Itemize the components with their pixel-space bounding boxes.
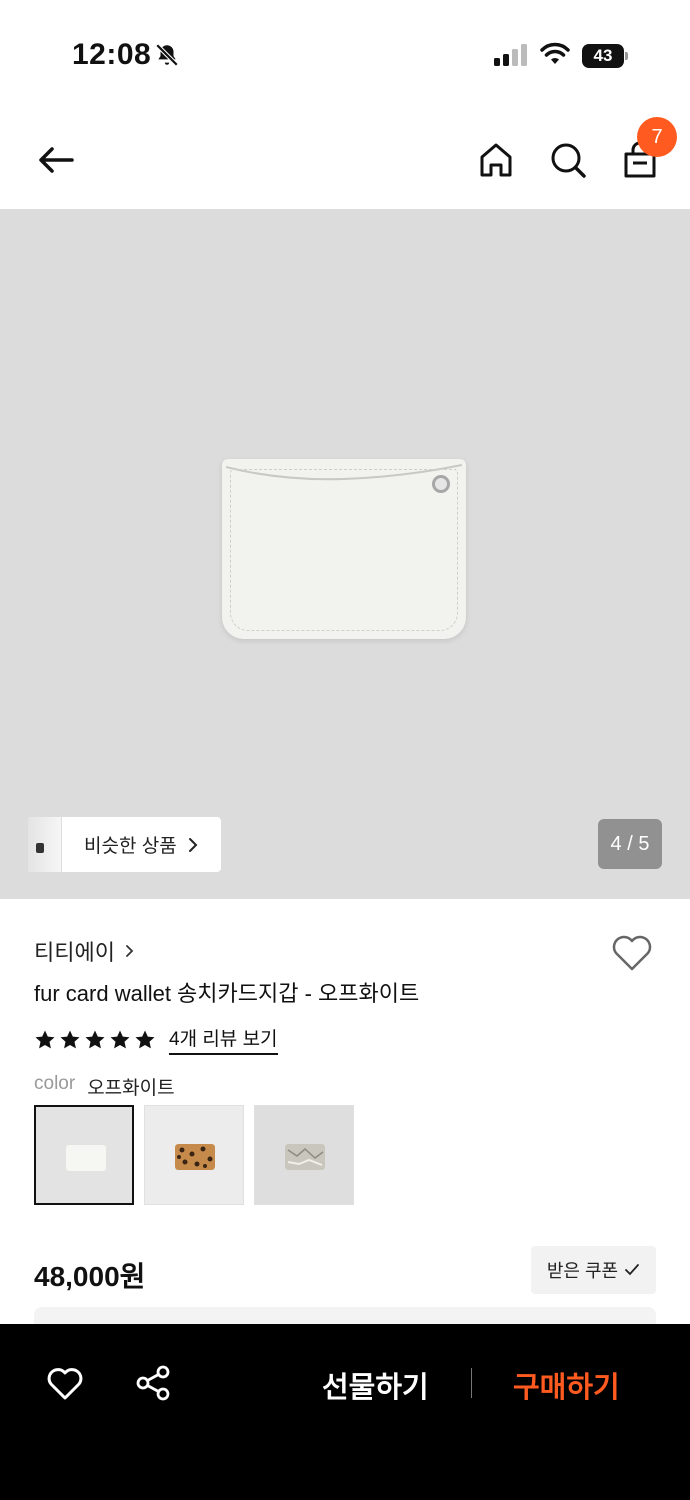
similar-products-label: 비슷한 상품 [84, 836, 177, 857]
swatch-image [175, 1144, 215, 1170]
color-swatch-offwhite[interactable] [34, 1105, 134, 1205]
bell-slash-icon [155, 43, 179, 67]
buy-button[interactable]: 구매하기 [513, 1364, 620, 1406]
search-icon[interactable] [544, 136, 592, 184]
color-label: color [34, 1073, 76, 1094]
status-bar: 12:08 43 [0, 0, 690, 110]
color-value: 오프화이트 [87, 1078, 175, 1099]
product-image-wallet [222, 459, 466, 639]
star-icon [85, 1030, 105, 1048]
cart-count-badge: 7 [637, 117, 677, 157]
similar-products-button[interactable]: 비슷한 상품 [28, 817, 221, 872]
share-icon[interactable] [134, 1364, 172, 1402]
coupon-button[interactable]: 받은 쿠폰 [531, 1246, 656, 1294]
battery-icon: 43 [582, 44, 628, 68]
swatch-image [285, 1144, 325, 1170]
home-icon[interactable] [472, 136, 520, 184]
rating-row: 4개 리뷰 보기 [34, 1024, 278, 1055]
battery-level: 43 [582, 44, 624, 68]
color-selector-label: color 오프화이트 [34, 1073, 175, 1100]
heart-icon[interactable] [46, 1366, 84, 1402]
color-swatch-leopard[interactable] [144, 1105, 244, 1205]
wifi-icon [540, 42, 570, 64]
star-icon [135, 1030, 155, 1048]
review-link[interactable]: 4개 리뷰 보기 [169, 1024, 278, 1055]
action-divider [471, 1368, 472, 1398]
bottom-action-bar: 선물하기 구매하기 [0, 1324, 690, 1500]
image-page-counter: 4 / 5 [598, 819, 662, 869]
top-nav [0, 110, 690, 210]
brand-link[interactable]: 티티에이 [34, 935, 137, 967]
product-image-gallery[interactable]: 비슷한 상품 4 / 5 [0, 209, 690, 899]
swatch-image [66, 1145, 106, 1171]
star-icon [110, 1030, 130, 1048]
check-icon [625, 1264, 640, 1276]
gift-button[interactable]: 선물하기 [322, 1364, 429, 1406]
product-price: 48,000원 [34, 1261, 146, 1292]
color-swatch-silver[interactable] [254, 1105, 354, 1205]
star-icon [35, 1030, 55, 1048]
wishlist-heart-icon[interactable] [610, 933, 654, 973]
star-icon [60, 1030, 80, 1048]
coupon-label: 받은 쿠폰 [546, 1261, 619, 1281]
wallet-eyelet [432, 475, 450, 493]
brand-name: 티티에이 [34, 940, 115, 965]
chevron-right-icon [188, 837, 198, 852]
battery-cap [625, 52, 628, 60]
product-title: fur card wallet 송치카드지갑 - 오프화이트 [34, 981, 420, 1006]
status-time: 12:08 [72, 38, 152, 71]
chevron-right-icon [126, 945, 134, 957]
color-swatches [34, 1105, 354, 1205]
back-arrow-icon[interactable] [32, 136, 80, 184]
similar-product-thumbnail [28, 817, 62, 872]
signal-icon [494, 44, 527, 66]
wallet-stitching [230, 469, 458, 631]
